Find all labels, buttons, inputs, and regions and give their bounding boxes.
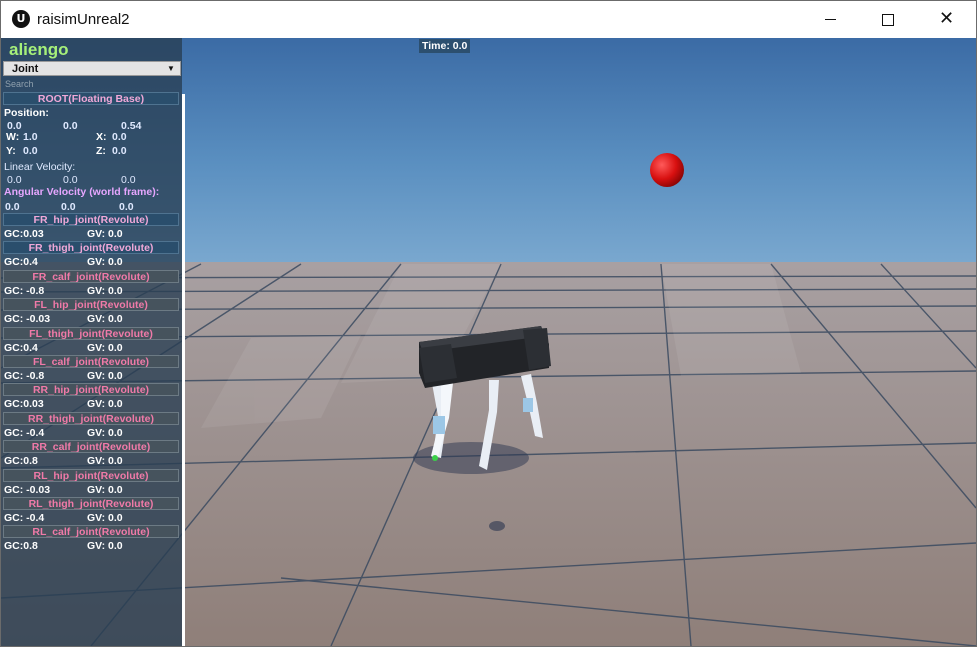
linear-velocity-z: 0.0	[121, 174, 136, 186]
joint-gv-value: GV: 0.0	[87, 540, 123, 552]
joint-gv-value: GV: 0.0	[87, 398, 123, 410]
joint-gc-value: GC: -0.4	[4, 512, 45, 524]
joint-gv-value: GV: 0.0	[87, 370, 123, 382]
joint-header[interactable]: RR_hip_joint(Revolute)	[3, 383, 179, 396]
unreal-engine-logo-icon: U	[12, 10, 30, 28]
close-button[interactable]: ✕	[917, 1, 975, 38]
joint-header[interactable]: RR_thigh_joint(Revolute)	[3, 412, 179, 425]
joint-gc-value: GC:0.8	[4, 455, 38, 467]
joint-gc-value: GC: -0.03	[4, 484, 51, 496]
joint-gc-value: GC:0.4	[4, 256, 38, 268]
joint-gc-value: GC:0.03	[4, 398, 44, 410]
orientation-x-label: X:	[96, 131, 107, 143]
root-header[interactable]: ROOT(Floating Base)	[3, 92, 179, 105]
joint-gv-value: GV: 0.0	[87, 256, 123, 268]
angular-velocity-z: 0.0	[119, 201, 134, 213]
position-label: Position:	[4, 107, 49, 119]
joint-header[interactable]: FL_thigh_joint(Revolute)	[3, 327, 179, 340]
close-icon: ✕	[939, 8, 955, 29]
joint-header[interactable]: FR_thigh_joint(Revolute)	[3, 241, 179, 254]
joint-header[interactable]: RR_calf_joint(Revolute)	[3, 440, 179, 453]
joint-gv-value: GV: 0.0	[87, 228, 123, 240]
orientation-z-label: Z:	[96, 145, 106, 157]
panel-scrollbar[interactable]	[182, 94, 185, 646]
model-name: aliengo	[9, 40, 69, 59]
orientation-z: 0.0	[112, 145, 127, 157]
chevron-down-icon: ▼	[167, 64, 175, 73]
linear-velocity-y: 0.0	[63, 174, 78, 186]
sim-time-label: Time: 0.0	[419, 39, 471, 53]
title-bar[interactable]: U raisimUnreal2 ✕	[1, 1, 976, 39]
joint-gv-value: GV: 0.0	[87, 455, 123, 467]
angular-velocity-x: 0.0	[5, 201, 20, 213]
joint-header[interactable]: RL_thigh_joint(Revolute)	[3, 497, 179, 510]
maximize-button[interactable]	[859, 1, 917, 38]
orientation-y: 0.0	[23, 145, 38, 157]
joint-header[interactable]: RL_calf_joint(Revolute)	[3, 525, 179, 538]
joint-header[interactable]: FR_hip_joint(Revolute)	[3, 213, 179, 226]
position-y: 0.0	[63, 120, 78, 132]
angular-velocity-y: 0.0	[61, 201, 76, 213]
minimize-button[interactable]	[801, 1, 859, 38]
joint-header[interactable]: RL_hip_joint(Revolute)	[3, 469, 179, 482]
joint-gv-value: GV: 0.0	[87, 342, 123, 354]
joint-gc-value: GC:0.03	[4, 228, 44, 240]
linear-velocity-label: Linear Velocity:	[4, 161, 76, 173]
window-title: raisimUnreal2	[37, 11, 130, 28]
joint-header[interactable]: FR_calf_joint(Revolute)	[3, 270, 179, 283]
joint-gc-value: GC:0.4	[4, 342, 38, 354]
joint-gc-value: GC: -0.4	[4, 427, 45, 439]
linear-velocity-x: 0.0	[7, 174, 22, 186]
ball-shadow	[489, 521, 505, 531]
view-mode-dropdown[interactable]: Joint ▼	[3, 61, 181, 76]
joint-gv-value: GV: 0.0	[87, 484, 123, 496]
orientation-x: 0.0	[112, 131, 127, 143]
joint-gv-value: GV: 0.0	[87, 427, 123, 439]
app-window: U raisimUnreal2 ✕ Time: 0.0 aliengo Join…	[0, 0, 977, 647]
dropdown-selected-value: Joint	[12, 63, 39, 75]
search-input[interactable]	[3, 77, 185, 90]
orientation-w: 1.0	[23, 131, 38, 143]
joint-gv-value: GV: 0.0	[87, 285, 123, 297]
orientation-w-label: W:	[6, 131, 20, 143]
joint-header[interactable]: FL_calf_joint(Revolute)	[3, 355, 179, 368]
joint-gc-value: GC:0.8	[4, 540, 38, 552]
red-ball	[650, 153, 684, 187]
joint-gv-value: GV: 0.0	[87, 313, 123, 325]
joint-gc-value: GC: -0.8	[4, 285, 45, 297]
joint-gc-value: GC: -0.8	[4, 370, 45, 382]
robot-shadow	[413, 442, 529, 474]
angular-velocity-label: Angular Velocity (world frame):	[4, 186, 160, 198]
simulation-viewport[interactable]: Time: 0.0 aliengo Joint ▼ ROOT(Floating …	[1, 38, 976, 646]
minimize-icon	[825, 19, 836, 20]
inspector-panel: aliengo Joint ▼ ROOT(Floating Base) Posi…	[1, 38, 185, 646]
maximize-icon	[882, 14, 894, 26]
joint-gv-value: GV: 0.0	[87, 512, 123, 524]
joint-gc-value: GC: -0.03	[4, 313, 51, 325]
orientation-y-label: Y:	[6, 145, 16, 157]
joint-header[interactable]: FL_hip_joint(Revolute)	[3, 298, 179, 311]
